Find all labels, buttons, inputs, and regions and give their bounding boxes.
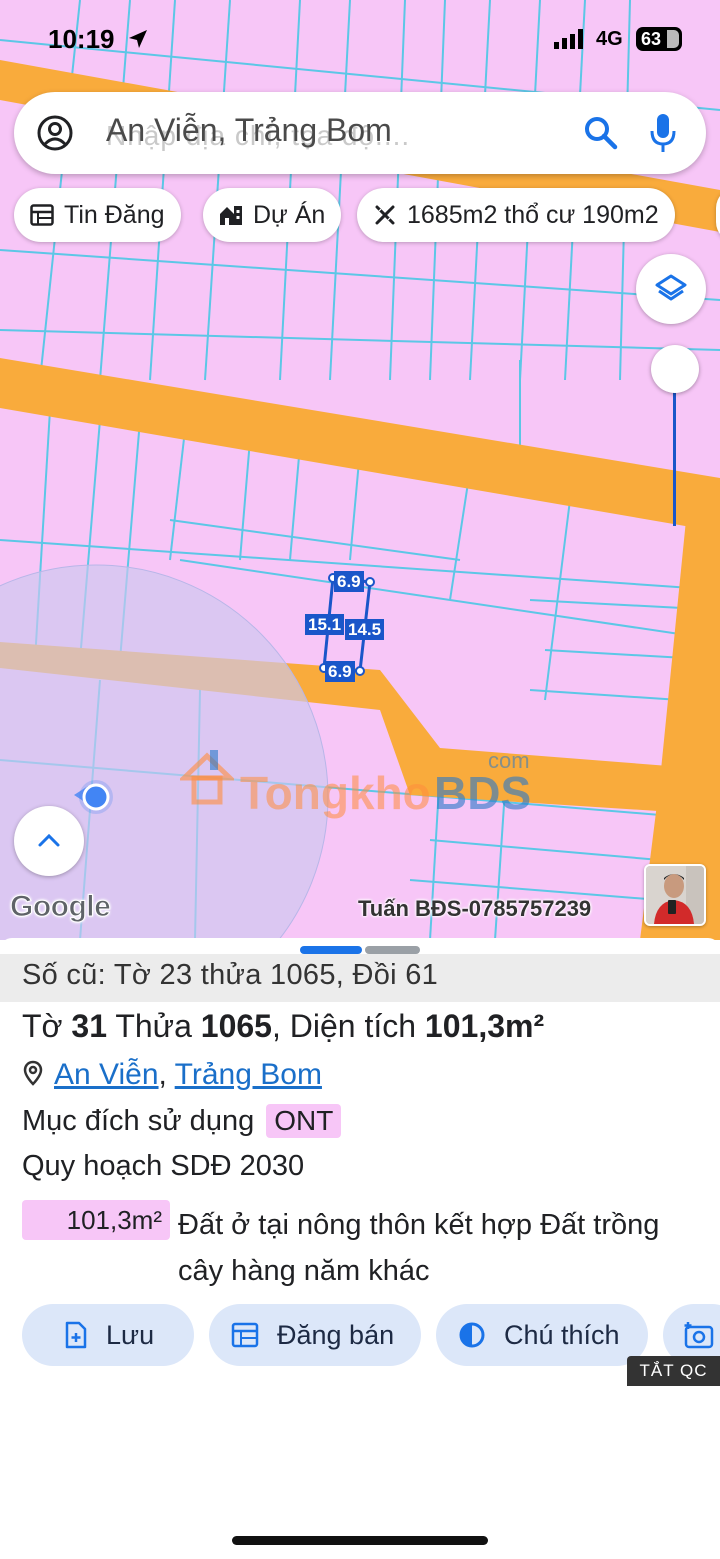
expand-up-button[interactable] xyxy=(14,806,84,876)
zoom-slider-handle[interactable] xyxy=(651,345,699,393)
network-type: 4G xyxy=(596,28,623,50)
home-indicator[interactable] xyxy=(232,1536,488,1545)
post-sale-button[interactable]: Đăng bán xyxy=(209,1304,421,1366)
legend-icon xyxy=(459,1322,485,1348)
purpose-code-badge: ONT xyxy=(266,1104,342,1138)
search-input[interactable]: An Viễn, Trảng Bom xyxy=(106,112,392,149)
camera-icon xyxy=(684,1322,714,1349)
area-label: Diện tích xyxy=(289,1008,417,1044)
chevron-up-icon xyxy=(38,833,60,847)
save-button[interactable]: Lưu xyxy=(22,1304,194,1366)
old-record-band: Số cũ: Tờ 23 thửa 1065, Đồi 61 xyxy=(0,954,720,1002)
post-sale-icon xyxy=(231,1322,259,1348)
battery-icon: 63 xyxy=(636,27,682,51)
purpose-label: Mục đích sử dụng xyxy=(22,1105,255,1137)
land-use-purpose: Mục đích sử dụng ONT xyxy=(22,1104,342,1138)
sheet-handle-secondary[interactable] xyxy=(365,946,420,954)
save-icon xyxy=(65,1321,87,1349)
parcel-title: Tờ 31 Thửa 1065, Diện tích 101,3m² xyxy=(22,1008,545,1044)
building-icon xyxy=(220,206,242,225)
layers-icon xyxy=(655,274,687,301)
map-view[interactable]: 10:19 4G 63 Nhập địa chỉ, tọa độ.... An … xyxy=(0,0,720,940)
commune-link[interactable]: An Viễn xyxy=(54,1058,159,1091)
microphone-icon[interactable] xyxy=(648,112,678,154)
post-sale-label: Đăng bán xyxy=(277,1319,395,1350)
location-line: An Viễn, Trảng Bom xyxy=(22,1058,322,1092)
planning-description: Đất ở tại nông thôn kết hợp Đất trồng câ… xyxy=(178,1209,660,1287)
measure-right: 14.5 xyxy=(345,619,385,640)
sheet-handle[interactable] xyxy=(300,946,362,954)
status-bar: 10:19 4G 63 xyxy=(0,22,720,58)
google-logo: Google xyxy=(9,890,111,924)
chip-measure[interactable]: 1685m2 thổ cư 190m2 xyxy=(357,188,675,242)
layers-button[interactable] xyxy=(636,254,706,324)
avatar-photo xyxy=(646,866,704,924)
chip-listings[interactable]: Tin Đăng xyxy=(14,188,181,242)
parcel-number: 1065 xyxy=(200,1008,272,1044)
house-logo-icon xyxy=(180,750,234,805)
watermark-suffix: com xyxy=(488,748,530,773)
location-pin-icon xyxy=(23,1060,43,1086)
search-bar[interactable]: Nhập địa chỉ, tọa độ.... An Viễn, Trảng … xyxy=(14,92,706,174)
parcel-info-sheet[interactable]: Số cũ: Tờ 23 thửa 1065, Đồi 61 Tờ 31 Thử… xyxy=(0,938,720,1559)
zoom-slider-track[interactable] xyxy=(673,370,676,526)
measure-bottom: 6.9 xyxy=(325,661,355,682)
measure-top: 6.9 xyxy=(334,571,364,592)
location-separator: , xyxy=(158,1058,167,1091)
listing-icon xyxy=(30,204,54,226)
legend-button[interactable]: Chú thích xyxy=(436,1304,648,1366)
planning-area-badge: 101,3m² xyxy=(22,1200,170,1240)
signal-icon xyxy=(554,29,583,49)
legend-label: Chú thích xyxy=(504,1319,620,1350)
area-value: 101,3m² xyxy=(424,1008,545,1044)
watermark-text-bds: BDS xyxy=(434,767,532,819)
agent-avatar[interactable] xyxy=(644,864,706,926)
clock: 10:19 xyxy=(48,24,115,54)
measure-left: 15.1 xyxy=(305,614,345,635)
district-link[interactable]: Trảng Bom xyxy=(175,1058,322,1091)
ads-off-button[interactable]: TẮT QC xyxy=(627,1356,720,1386)
chip-projects[interactable]: Dự Án xyxy=(203,188,342,242)
agent-credit: Tuấn BĐS-0785757239 xyxy=(358,896,592,921)
parcel-label: Thửa xyxy=(115,1008,192,1044)
chip-label: 1685m2 thổ cư 190m2 xyxy=(407,200,659,229)
watermark-text: Tongkho xyxy=(240,767,431,819)
sheet-label: Tờ xyxy=(22,1008,63,1044)
old-record-text: Số cũ: Tờ 23 thửa 1065, Đồi 61 xyxy=(22,959,439,991)
sheet-number: 31 xyxy=(71,1008,108,1044)
save-label: Lưu xyxy=(106,1319,155,1350)
ruler-cross-icon xyxy=(375,205,395,225)
chip-label: Dự Án xyxy=(253,200,326,229)
planning-label: Quy hoạch SDĐ 2030 xyxy=(22,1150,305,1182)
location-arrow-icon xyxy=(129,30,147,48)
account-icon[interactable] xyxy=(36,114,74,152)
chip-label: Tin Đăng xyxy=(64,200,165,229)
search-icon[interactable] xyxy=(582,114,620,152)
